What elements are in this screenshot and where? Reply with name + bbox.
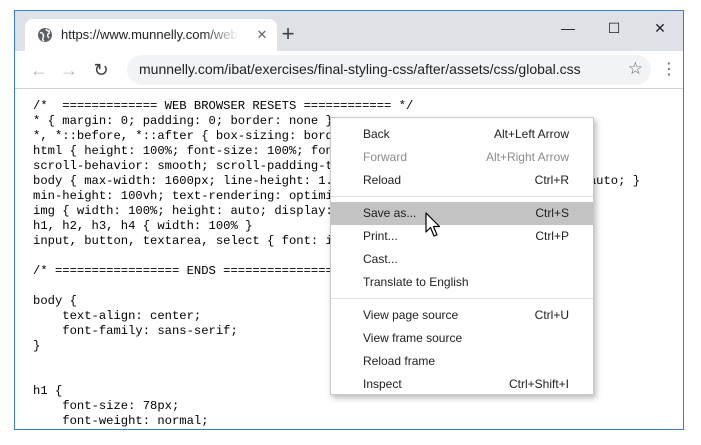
menu-item-shortcut: Ctrl+U	[534, 308, 569, 322]
menu-divider	[331, 298, 593, 299]
menu-item-label: Inspect	[363, 377, 402, 391]
bookmark-star-icon[interactable]: ☆	[628, 59, 643, 79]
address-bar[interactable]: munnelly.com/ibat/exercises/final-stylin…	[127, 55, 651, 85]
menu-item-shortcut: Ctrl+Shift+I	[508, 377, 569, 391]
menu-item-shortcut: Ctrl+S	[535, 206, 569, 220]
minimize-icon[interactable]: —	[545, 15, 591, 41]
tab-title: https://www.munnelly.com/webdev/ibat/exe…	[61, 27, 239, 42]
menu-item-label: View page source	[363, 308, 459, 322]
menu-item-shortcut: Ctrl+R	[534, 173, 569, 187]
menu-item-view-page-source[interactable]: View page source Ctrl+U	[331, 304, 593, 327]
maximize-icon[interactable]: ☐	[591, 15, 637, 41]
menu-item-translate[interactable]: Translate to English	[331, 271, 593, 294]
menu-divider	[331, 196, 593, 197]
reload-icon[interactable]: ↻	[89, 58, 113, 82]
mouse-pointer-icon	[425, 212, 441, 237]
code-line: font-size: 78px;	[33, 399, 180, 413]
url-text: munnelly.com/ibat/exercises/final-stylin…	[139, 61, 581, 77]
browser-toolbar: ← → ↻ munnelly.com/ibat/exercises/final-…	[15, 51, 683, 89]
context-menu: Back Alt+Left Arrow Forward Alt+Right Ar…	[330, 117, 594, 395]
menu-item-shortcut: Ctrl+P	[535, 229, 569, 243]
menu-item-back[interactable]: Back Alt+Left Arrow	[331, 123, 593, 146]
menu-item-label: Forward	[363, 150, 408, 164]
menu-item-inspect[interactable]: Inspect Ctrl+Shift+I	[331, 373, 593, 396]
menu-item-view-frame-source[interactable]: View frame source	[331, 327, 593, 350]
globe-icon	[38, 28, 52, 42]
menu-item-label: Translate to English	[363, 275, 469, 289]
menu-item-print[interactable]: Print... Ctrl+P	[331, 225, 593, 248]
menu-item-label: Print...	[363, 229, 398, 243]
menu-item-label: Reload	[363, 173, 402, 187]
menu-item-label: Cast...	[363, 252, 398, 266]
browser-menu-icon[interactable]: ⋮	[661, 60, 677, 80]
tab-close-icon[interactable]: ✕	[253, 26, 271, 44]
code-line: /* ============= WEB BROWSER RESETS ====…	[33, 99, 414, 113]
menu-item-reload-frame[interactable]: Reload frame	[331, 350, 593, 373]
browser-tab[interactable]: https://www.munnelly.com/webdev/ibat/exe…	[25, 19, 277, 51]
code-line: font-weight: normal;	[33, 414, 209, 428]
close-window-icon[interactable]: ✕	[637, 15, 683, 41]
menu-item-label: View frame source	[363, 331, 463, 345]
menu-item-reload[interactable]: Reload Ctrl+R	[331, 169, 593, 192]
menu-item-save-as[interactable]: Save as... Ctrl+S	[331, 202, 593, 225]
menu-item-forward[interactable]: Forward Alt+Right Arrow	[331, 146, 593, 169]
forward-arrow-icon[interactable]: →	[57, 58, 81, 82]
menu-item-shortcut: Alt+Left Arrow	[493, 127, 569, 141]
menu-item-label: Reload frame	[363, 354, 436, 368]
menu-item-cast[interactable]: Cast...	[331, 248, 593, 271]
new-tab-icon[interactable]: +	[277, 23, 299, 46]
menu-item-label: Save as...	[363, 206, 417, 220]
menu-item-shortcut: Alt+Right Arrow	[485, 150, 569, 164]
back-arrow-icon[interactable]: ←	[27, 58, 51, 82]
title-bar: https://www.munnelly.com/webdev/ibat/exe…	[15, 11, 683, 51]
menu-item-label: Back	[363, 127, 390, 141]
